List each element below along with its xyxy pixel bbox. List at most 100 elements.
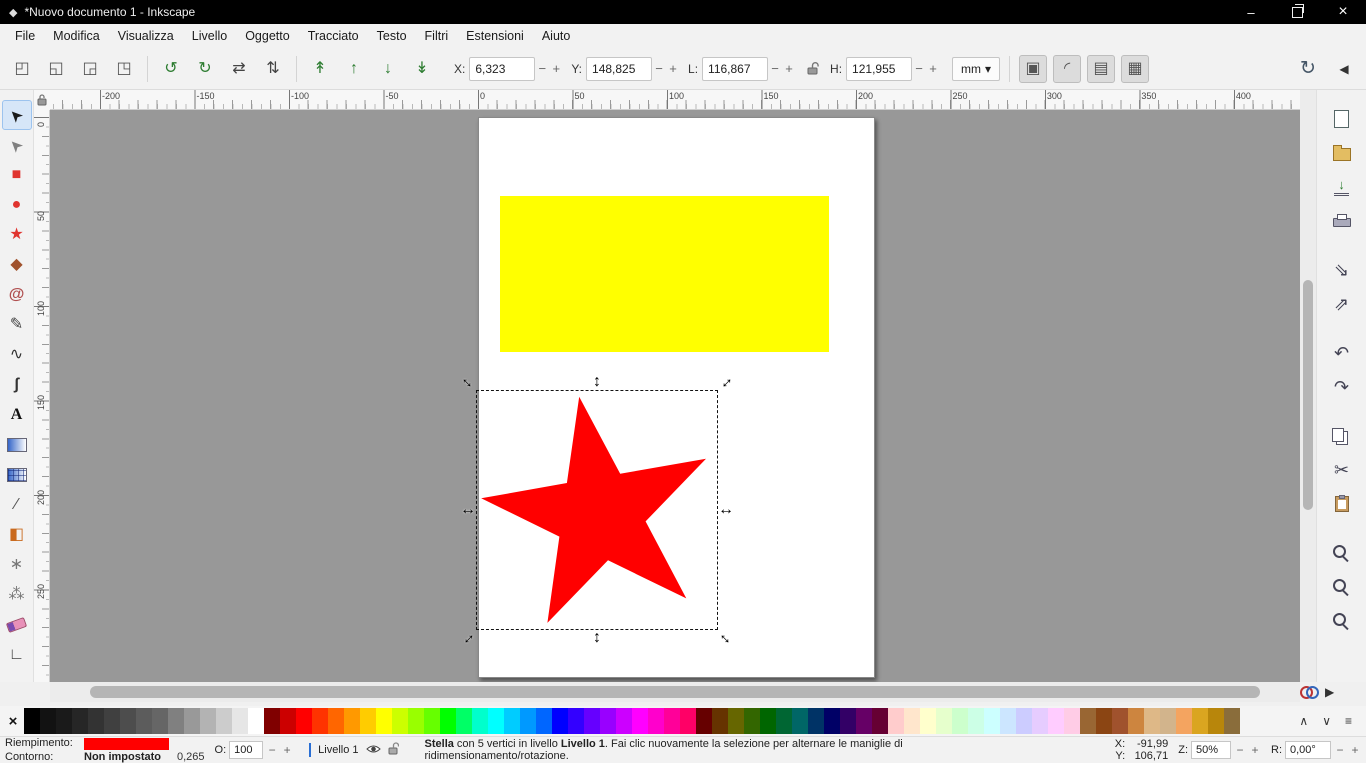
palette-swatch[interactable] [1096,708,1112,734]
palette-swatch[interactable] [424,708,440,734]
palette-swatch[interactable] [664,708,680,734]
move-gradients-toggle[interactable]: ▤ [1087,55,1115,83]
menu-testo[interactable]: Testo [368,26,416,46]
star-tool[interactable]: ★ [2,220,32,250]
move-patterns-toggle[interactable]: ▦ [1121,55,1149,83]
palette-swatch[interactable] [392,708,408,734]
layer-lock-icon[interactable] [388,742,399,758]
lower-to-bottom-button[interactable]: ↡ [408,55,436,83]
duplicate-button[interactable] [1326,420,1358,452]
palette-swatch[interactable] [872,708,888,734]
palette-swatch[interactable] [344,708,360,734]
y-field-increase-button[interactable]: + [666,58,680,80]
palette-swatch[interactable] [856,708,872,734]
horizontal-scrollbar[interactable] [50,682,1300,702]
maximize-button[interactable] [1274,0,1320,24]
rotation-input[interactable]: 0,00° [1285,741,1331,759]
palette-swatch[interactable] [1176,708,1192,734]
zoom-page-button[interactable] [1326,605,1358,637]
open-document-button[interactable] [1326,137,1358,169]
h-field-input[interactable]: 121,955 [846,57,912,81]
palette-swatch[interactable] [888,708,904,734]
vertical-ruler[interactable]: 050100150200250 [34,110,50,682]
selection-box-button[interactable]: ◳ [110,55,138,83]
palette-swatch[interactable] [776,708,792,734]
rotate-cw-button[interactable]: ↻ [191,55,219,83]
menu-visualizza[interactable]: Visualizza [109,26,183,46]
palette-swatch[interactable] [456,708,472,734]
palette-swatch[interactable] [632,708,648,734]
print-button[interactable] [1326,205,1358,237]
selector-tool[interactable]: ➤ [2,100,32,130]
stroke-value[interactable]: Non impostato [84,752,170,763]
palette-swatch[interactable] [536,708,552,734]
palette-swatch[interactable] [1208,708,1224,734]
palette-swatch[interactable] [616,708,632,734]
scale-corners-toggle[interactable]: ◜ [1053,55,1081,83]
palette-swatch[interactable] [168,708,184,734]
flip-vertical-button[interactable]: ⇅ [259,55,287,83]
palette-swatch[interactable] [712,708,728,734]
palette-swatch[interactable] [648,708,664,734]
palette-swatch[interactable] [1000,708,1016,734]
fill-color-indicator[interactable] [84,738,169,750]
palette-menu-button[interactable]: ≡ [1345,714,1352,728]
menu-tracciato[interactable]: Tracciato [299,26,368,46]
gradient-tool[interactable] [2,430,32,460]
select-all-button[interactable]: ◰ [8,55,36,83]
palette-swatch[interactable] [552,708,568,734]
zoom-drawing-button[interactable] [1326,571,1358,603]
palette-swatch[interactable] [56,708,72,734]
palette-swatch[interactable] [360,708,376,734]
x-field-input[interactable]: 6,323 [469,57,535,81]
flip-horizontal-button[interactable]: ⇄ [225,55,253,83]
palette-swatch[interactable] [72,708,88,734]
cut-button[interactable]: ✂ [1326,454,1358,486]
palette-swatch[interactable] [408,708,424,734]
palette-swatch[interactable] [488,708,504,734]
palette-swatch[interactable] [472,708,488,734]
canvas[interactable]: ↔↕↔↔↔↔↕↔ [50,110,1300,682]
palette-swatch[interactable] [40,708,56,734]
palette-swatch[interactable] [296,708,312,734]
calligraphy-tool[interactable]: ʃ [2,370,32,400]
menu-estensioni[interactable]: Estensioni [457,26,533,46]
raise-button[interactable]: ↑ [340,55,368,83]
zoom-decrease-button[interactable]: − [1234,743,1246,757]
palette-swatch[interactable] [840,708,856,734]
palette-swatch[interactable] [1224,708,1240,734]
palette-swatch[interactable] [904,708,920,734]
pen-tool[interactable]: ∿ [2,340,32,370]
palette-swatch[interactable] [936,708,952,734]
palette-swatch[interactable] [1048,708,1064,734]
palette-swatch[interactable] [792,708,808,734]
l-field-decrease-button[interactable]: − [768,58,782,80]
palette-swatch[interactable] [88,708,104,734]
ruler-corner-lock[interactable] [34,90,50,110]
menu-file[interactable]: File [6,26,44,46]
tweak-tool[interactable]: ∗ [2,550,32,580]
raise-to-top-button[interactable]: ↟ [306,55,334,83]
palette-swatch[interactable] [1128,708,1144,734]
palette-scroll-up-button[interactable]: ∧ [1299,714,1308,728]
export-button[interactable]: ⇗ [1326,288,1358,320]
palette-swatch[interactable] [808,708,824,734]
palette-swatch[interactable] [760,708,776,734]
zoom-selection-button[interactable] [1326,537,1358,569]
horizontal-ruler[interactable]: -200-150-100-50050100150200250300350400 [50,90,1300,110]
ellipse-tool[interactable]: ● [2,190,32,220]
paste-button[interactable] [1326,488,1358,520]
import-button[interactable]: ⇘ [1326,254,1358,286]
palette-swatch[interactable] [824,708,840,734]
opacity-input[interactable]: 100 [229,741,263,759]
spray-tool[interactable]: ⁂ [2,580,32,610]
palette-swatch[interactable] [1032,708,1048,734]
palette-swatch[interactable] [696,708,712,734]
new-document-button[interactable] [1326,103,1358,135]
layer-visibility-icon[interactable] [366,744,381,757]
palette-swatch[interactable] [744,708,760,734]
y-field-input[interactable]: 148,825 [586,57,652,81]
chevron-right-icon[interactable]: ▶ [1325,685,1334,699]
select-all-layers-button[interactable]: ◱ [42,55,70,83]
redo-button[interactable]: ↷ [1326,371,1358,403]
